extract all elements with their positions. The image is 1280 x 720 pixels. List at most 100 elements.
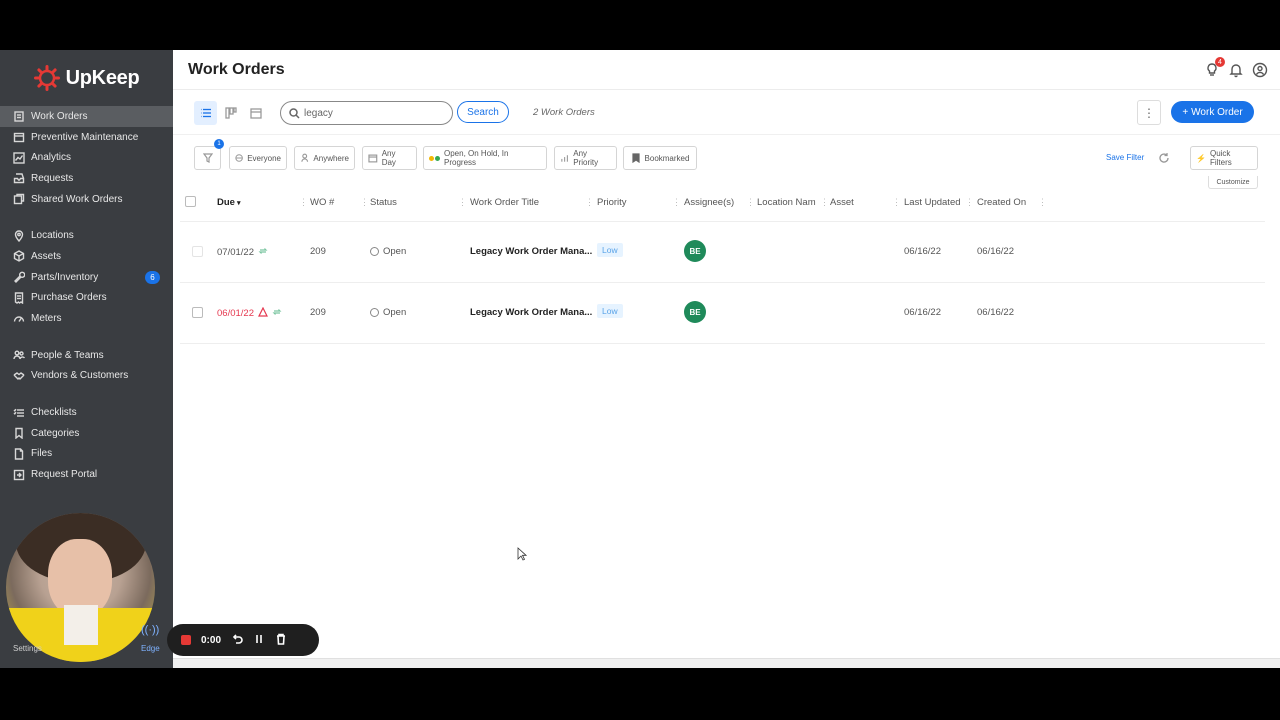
search-button[interactable]: Search: [457, 101, 509, 123]
people-icon: [13, 349, 25, 361]
refresh-icon[interactable]: [1158, 151, 1170, 163]
sidebar-item-label: Work Orders: [31, 110, 88, 122]
table-row[interactable]: 06/01/22 209 Open Legacy Work Order Mana...…: [180, 283, 1265, 344]
sidebar-item-categories[interactable]: Categories: [0, 423, 173, 444]
sidebar-item-request-portal[interactable]: Request Portal: [0, 464, 173, 485]
filter-toggle-button[interactable]: [194, 146, 221, 170]
sidebar-item-meters[interactable]: Meters: [0, 308, 173, 329]
user-profile-icon[interactable]: [1252, 62, 1268, 78]
priority-badge: Low: [597, 304, 623, 318]
filter-count-badge: 1: [214, 139, 224, 149]
row-checkbox[interactable]: [192, 246, 203, 257]
undo-icon[interactable]: [231, 633, 243, 648]
sidebar-item-label: Assets: [31, 250, 62, 262]
filter-status-chip[interactable]: Open, On Hold, In Progress: [423, 146, 547, 170]
column-location[interactable]: Location Nam: [757, 197, 816, 208]
person-icon: [301, 153, 309, 162]
header: Work Orders 4: [173, 50, 1280, 90]
more-options-button[interactable]: ⋮: [1137, 100, 1161, 125]
sidebar-item-requests[interactable]: Requests: [0, 168, 173, 189]
horizontal-scrollbar[interactable]: [173, 658, 1280, 668]
created-on: 06/16/22: [977, 307, 1014, 318]
bell-icon[interactable]: [1228, 62, 1244, 78]
main-content: Work Orders 4 legacy Search 2 Work Order…: [173, 50, 1280, 668]
column-priority[interactable]: Priority: [597, 197, 627, 208]
sidebar-item-label: Meters: [31, 313, 62, 325]
logo[interactable]: UpKeep: [0, 50, 173, 106]
board-view-icon[interactable]: [219, 101, 242, 125]
count-badge: 6: [145, 270, 160, 284]
sidebar-item-parts-inventory[interactable]: Parts/Inventory 6: [0, 267, 173, 288]
repeat-icon: [258, 246, 268, 259]
sidebar-item-purchase-orders[interactable]: Purchase Orders: [0, 288, 173, 309]
new-work-order-button[interactable]: + Work Order: [1171, 101, 1254, 123]
search-icon: [289, 107, 300, 119]
select-all-checkbox[interactable]: [185, 196, 196, 207]
sidebar-item-checklists[interactable]: Checklists: [0, 402, 173, 423]
sidebar-item-preventive-maintenance[interactable]: Preventive Maintenance: [0, 127, 173, 148]
filter-assignee-chip[interactable]: Everyone: [229, 146, 287, 170]
save-filter-link[interactable]: Save Filter: [1106, 153, 1144, 162]
search-field[interactable]: [280, 101, 453, 125]
handshake-icon: [13, 370, 25, 382]
filter-location-chip[interactable]: Anywhere: [294, 146, 355, 170]
sidebar-group: Work Orders Preventive Maintenance Analyti…: [0, 106, 173, 209]
filter-bookmarked-chip[interactable]: Bookmarked: [623, 146, 697, 170]
stop-recording-button[interactable]: [181, 635, 191, 645]
sidebar-item-vendors-customers[interactable]: Vendors & Customers: [0, 366, 173, 387]
status-open-icon: [370, 247, 379, 256]
cube-icon: [13, 250, 25, 263]
pause-icon[interactable]: [253, 633, 265, 648]
sidebar-item-locations[interactable]: Locations: [0, 225, 173, 246]
new-work-order-label: Work Order: [1191, 106, 1243, 118]
table-row[interactable]: 07/01/22 209 Open Legacy Work Order Mana...…: [180, 222, 1265, 283]
column-created-on[interactable]: Created On: [977, 197, 1026, 208]
bars-icon: [561, 155, 568, 162]
sidebar-item-label: Requests: [31, 172, 74, 184]
work-order-title[interactable]: Legacy Work Order Mana...: [470, 307, 592, 318]
sidebar-item-label: Shared Work Orders: [31, 193, 123, 205]
sidebar-item-assets[interactable]: Assets: [0, 246, 173, 267]
due-date: 07/01/22: [217, 247, 254, 258]
table-body: 07/01/22 209 Open Legacy Work Order Mana...…: [180, 222, 1265, 344]
column-due[interactable]: Due ▾: [217, 197, 240, 208]
column-last-updated[interactable]: Last Updated: [904, 197, 961, 208]
calendar-view-icon[interactable]: [244, 101, 267, 125]
receipt-icon: [13, 292, 25, 304]
avatar[interactable]: BE: [684, 240, 706, 262]
calendar-icon: [368, 154, 378, 163]
settings-link[interactable]: Settings: [13, 644, 42, 653]
funnel-icon: [202, 153, 213, 163]
column-wo-number[interactable]: WO #: [310, 197, 334, 208]
column-status[interactable]: Status: [370, 197, 397, 208]
row-checkbox[interactable]: [192, 307, 203, 318]
work-order-title[interactable]: Legacy Work Order Mana...: [470, 246, 592, 257]
lightbulb-icon[interactable]: 4: [1204, 57, 1225, 78]
work-orders-table: Due ▾ ⋮ WO # ⋮ Status ⋮ Work Order Title …: [180, 182, 1265, 344]
sidebar-item-people-teams[interactable]: People & Teams: [0, 345, 173, 366]
filter-priority-chip[interactable]: Any Priority: [554, 146, 617, 170]
column-asset[interactable]: Asset: [830, 197, 854, 208]
page-title: Work Orders: [188, 60, 285, 78]
quick-filters-button[interactable]: ⚡ Quick Filters: [1190, 146, 1258, 170]
trash-icon[interactable]: [275, 633, 287, 648]
table-header: Due ▾ ⋮ WO # ⋮ Status ⋮ Work Order Title …: [180, 182, 1265, 222]
filter-date-chip[interactable]: Any Day: [362, 146, 417, 170]
wo-number: 209: [310, 307, 326, 318]
list-view-icon[interactable]: [194, 101, 217, 125]
sidebar-item-shared-work-orders[interactable]: Shared Work Orders: [0, 189, 173, 210]
sidebar-item-label: Analytics: [31, 152, 72, 164]
search-input[interactable]: [304, 107, 444, 119]
app-frame: UpKeep Work Orders Preventive Maintenance…: [0, 50, 1280, 668]
sidebar-group: People & Teams Vendors & Customers: [0, 345, 173, 386]
sidebar-item-work-orders[interactable]: Work Orders: [0, 106, 173, 127]
avatar[interactable]: BE: [684, 301, 706, 323]
edge-link[interactable]: Edge: [141, 644, 160, 653]
sidebar-item-label: Request Portal: [31, 469, 98, 481]
column-assignees[interactable]: Assignee(s): [684, 197, 734, 208]
column-title[interactable]: Work Order Title: [470, 197, 539, 208]
sidebar-item-analytics[interactable]: Analytics: [0, 147, 173, 168]
plus-icon: +: [1182, 106, 1189, 118]
chip-label: Anywhere: [313, 153, 349, 163]
sidebar-item-files[interactable]: Files: [0, 444, 173, 465]
